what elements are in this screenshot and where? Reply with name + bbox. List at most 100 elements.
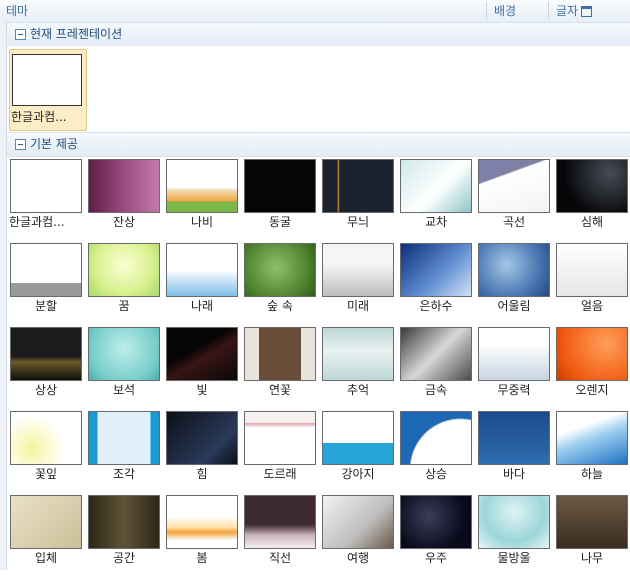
theme-item[interactable]: 여행	[319, 493, 397, 576]
theme-item[interactable]: 나무	[553, 493, 630, 576]
theme-item[interactable]: 연꽃	[241, 325, 319, 408]
theme-item[interactable]: 숲 속	[241, 241, 319, 324]
theme-label: 숲 속	[267, 299, 293, 313]
builtin-themes-header[interactable]: 기본 제공	[7, 132, 630, 157]
theme-item[interactable]: 미래	[319, 241, 397, 324]
theme-thumbnail	[244, 495, 316, 549]
theme-label: 상상	[34, 383, 58, 397]
theme-item[interactable]: 꽃잎	[7, 409, 85, 492]
theme-item[interactable]: 얼음	[553, 241, 630, 324]
theme-label: 보석	[112, 383, 136, 397]
theme-label: 어울림	[497, 299, 531, 313]
theme-label: 금속	[424, 383, 448, 397]
theme-gallery-panel: 현재 프레젠테이션 한글과컴... 기본 제공 한글과컴... 잔상 나비 동굴 무늬 교…	[7, 22, 630, 570]
theme-thumbnail	[166, 243, 238, 297]
theme-thumbnail	[322, 495, 394, 549]
theme-item[interactable]: 은하수	[397, 241, 475, 324]
theme-label: 심해	[580, 215, 604, 229]
theme-thumbnail	[478, 495, 550, 549]
theme-thumbnail	[88, 243, 160, 297]
theme-label: 꿈	[118, 299, 130, 313]
theme-thumbnail	[10, 411, 82, 465]
tab-theme[interactable]: 테마	[6, 0, 28, 22]
theme-thumbnail	[88, 495, 160, 549]
theme-thumbnail	[478, 327, 550, 381]
theme-item[interactable]: 꿈	[85, 241, 163, 324]
theme-item[interactable]: 하늘	[553, 409, 630, 492]
collapse-icon[interactable]	[15, 29, 26, 40]
theme-thumbnail	[400, 495, 472, 549]
theme-thumbnail	[10, 243, 82, 297]
theme-item[interactable]: 상승	[397, 409, 475, 492]
theme-thumbnail	[244, 327, 316, 381]
theme-thumbnail	[88, 411, 160, 465]
theme-thumbnail	[400, 411, 472, 465]
theme-thumbnail	[88, 159, 160, 213]
theme-item[interactable]: 나래	[163, 241, 241, 324]
theme-item[interactable]: 분할	[7, 241, 85, 324]
theme-thumbnail	[556, 327, 628, 381]
theme-item[interactable]: 동굴	[241, 157, 319, 240]
theme-item[interactable]: 조각	[85, 409, 163, 492]
theme-thumbnail	[400, 243, 472, 297]
theme-thumbnail	[556, 495, 628, 549]
theme-item[interactable]: 오렌지	[553, 325, 630, 408]
theme-item[interactable]: 무늬	[319, 157, 397, 240]
theme-item[interactable]: 봄	[163, 493, 241, 576]
theme-label: 나무	[580, 551, 604, 565]
theme-item[interactable]: 도르래	[241, 409, 319, 492]
theme-thumbnail	[556, 411, 628, 465]
theme-label: 잔상	[112, 215, 136, 229]
theme-item[interactable]: 심해	[553, 157, 630, 240]
theme-thumbnail	[166, 411, 238, 465]
theme-item[interactable]: 물방울	[475, 493, 553, 576]
theme-label: 빛	[196, 383, 208, 397]
theme-item[interactable]: 상상	[7, 325, 85, 408]
theme-item[interactable]: 바다	[475, 409, 553, 492]
theme-label: 오렌지	[575, 383, 609, 397]
theme-thumbnail	[478, 159, 550, 213]
theme-item[interactable]: 힘	[163, 409, 241, 492]
theme-item[interactable]: 교차	[397, 157, 475, 240]
theme-thumbnail	[166, 159, 238, 213]
theme-label: 하늘	[580, 467, 604, 481]
theme-item[interactable]: 잔상	[85, 157, 163, 240]
current-theme-item[interactable]: 한글과컴...	[9, 49, 87, 131]
theme-label: 여행	[346, 551, 370, 565]
collapse-icon[interactable]	[15, 139, 26, 150]
theme-item[interactable]: 금속	[397, 325, 475, 408]
theme-item[interactable]: 강아지	[319, 409, 397, 492]
tab-background[interactable]: 배경	[494, 0, 516, 22]
current-presentation-header[interactable]: 현재 프레젠테이션	[7, 22, 630, 47]
theme-item[interactable]: 무중력	[475, 325, 553, 408]
theme-item[interactable]: 입체	[7, 493, 85, 576]
tab-font[interactable]: 글자	[556, 0, 593, 22]
theme-label: 우주	[424, 551, 448, 565]
theme-label: 얼음	[580, 299, 604, 313]
theme-thumbnail	[478, 411, 550, 465]
theme-item[interactable]: 추억	[319, 325, 397, 408]
theme-label: 무늬	[346, 215, 370, 229]
theme-thumbnail	[400, 159, 472, 213]
theme-item[interactable]: 곡선	[475, 157, 553, 240]
theme-label: 무중력	[497, 383, 531, 397]
theme-item[interactable]: 어울림	[475, 241, 553, 324]
section-title: 현재 프레젠테이션	[30, 27, 123, 41]
theme-item[interactable]: 한글과컴...	[7, 157, 85, 240]
theme-thumbnail	[478, 243, 550, 297]
tab-font-label: 글자	[556, 4, 579, 18]
theme-item[interactable]: 빛	[163, 325, 241, 408]
theme-item[interactable]: 직선	[241, 493, 319, 576]
theme-item[interactable]: 보석	[85, 325, 163, 408]
theme-thumbnail	[322, 411, 394, 465]
theme-thumbnail	[12, 54, 82, 106]
theme-item[interactable]: 공간	[85, 493, 163, 576]
theme-label: 직선	[268, 551, 292, 565]
theme-label: 추억	[346, 383, 370, 397]
theme-thumbnail	[400, 327, 472, 381]
theme-label: 물방울	[497, 551, 531, 565]
theme-item[interactable]: 나비	[163, 157, 241, 240]
tab-separator	[486, 2, 487, 20]
theme-label: 도르래	[263, 467, 297, 481]
theme-item[interactable]: 우주	[397, 493, 475, 576]
